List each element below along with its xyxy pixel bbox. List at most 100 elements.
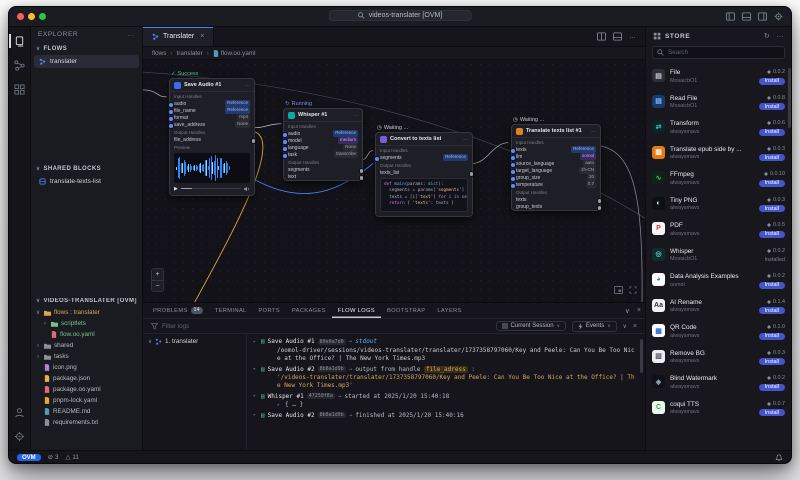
install-button[interactable]: Install (758, 205, 785, 212)
store-more-icon[interactable]: … (776, 32, 784, 40)
session-selector[interactable]: Current Session ∨ (495, 321, 566, 331)
flow-node-save-audio-1[interactable]: ✓ Success Save Audio #1 … Input Handles audio… (168, 71, 256, 196)
scriptlet-code[interactable]: def main(params: dict): segments = param… (380, 178, 468, 212)
node-header[interactable]: Whisper #1… (284, 109, 362, 122)
activity-store[interactable] (9, 82, 30, 96)
sidebar-item-translate-texts-list[interactable]: translate-texts-list (34, 175, 139, 188)
maximize-button[interactable] (39, 13, 46, 20)
file-tree-item-readme-md[interactable]: README.md (31, 406, 142, 417)
node-header[interactable]: Convert to texts list… (376, 133, 472, 146)
store-item-whisper[interactable]: ◎ Whisper MosaicbO1 0.0.2 Installed (652, 243, 785, 269)
split-editor-icon[interactable] (597, 32, 606, 41)
file-tree-item-pnpm-lock-yaml[interactable]: pnpm-lock.yaml (31, 395, 142, 406)
install-button[interactable]: Install (758, 154, 785, 161)
file-tree-item-tasks[interactable]: › tasks (31, 351, 142, 362)
filter-logs-input[interactable] (162, 322, 322, 330)
node-port-task[interactable]: task transcribe (282, 151, 362, 159)
node-port-source-language[interactable]: source_language auto (510, 160, 600, 168)
node-header[interactable]: Save Audio #1… (170, 79, 254, 92)
progress-track[interactable] (180, 187, 241, 190)
node-port-group-size[interactable]: group_size 20 (510, 174, 600, 182)
node-port-file-name[interactable]: file_name Reference (168, 107, 254, 115)
ovm-badge[interactable]: OVM (17, 454, 41, 461)
install-button[interactable]: Install (758, 281, 785, 289)
panel-tab-packages[interactable]: PACKAGES (286, 303, 332, 318)
more-actions-icon[interactable]: … (629, 33, 636, 40)
minimize-button[interactable] (28, 13, 35, 20)
activity-flows[interactable] (9, 58, 30, 72)
sidebar-more-icon[interactable]: … (127, 31, 135, 38)
panel-tab-flow-logs[interactable]: FLOW LOGS (332, 303, 381, 318)
file-tree-item-requirements-txt[interactable]: requirements.txt (31, 417, 142, 428)
log-output[interactable]: ▸ ▤ Save Audio #1 80e0a7d0 → stdout/oomo… (247, 334, 645, 450)
flow-node-whisper-1[interactable]: ↻ Running Whisper #1 … Input Handles audio Ref… (282, 101, 364, 181)
log-row-save-audio-1[interactable]: ▸ ▤ Save Audio #1 80e0a7d0 → stdout (253, 337, 637, 347)
scrollbar[interactable] (640, 339, 643, 373)
zoom-in-button[interactable]: + (152, 269, 163, 280)
install-button[interactable]: Install (758, 358, 785, 365)
node-header[interactable]: Translate texts list #1… (512, 125, 600, 138)
layout-sidebar-right-icon[interactable] (758, 12, 767, 21)
install-button[interactable]: Install (758, 103, 785, 110)
store-item-transform[interactable]: ⇄ Transform alwaysmavs 0.0.6 Install (652, 115, 785, 141)
log-row-save-audio-2[interactable]: ▸ ▤ Save Audio #2 8b8a1d9b → output from… (253, 364, 637, 374)
flow-canvas[interactable]: ✓ Success Save Audio #1… Input Handles audio… (143, 60, 645, 302)
settings-gear-icon[interactable] (774, 12, 783, 21)
node-more-icon[interactable]: … (353, 112, 358, 118)
refresh-icon[interactable]: ↻ (764, 32, 770, 40)
panel-tab-bootstrap[interactable]: BOOTSTRAP (381, 303, 431, 318)
store-search[interactable] (652, 46, 785, 59)
expand-icon[interactable]: ▸ (253, 412, 258, 418)
node-port-target-language[interactable]: target_language zh-CN (510, 167, 600, 175)
breadcrumb-item-translater[interactable]: translater (176, 50, 202, 57)
node-port-model[interactable]: model medium (282, 137, 362, 145)
panel-tab-ports[interactable]: PORTS (253, 303, 286, 318)
file-tree-item-package-json[interactable]: package.json (31, 373, 142, 384)
node-port-format[interactable]: format mp3 (168, 114, 254, 122)
node-port-group-texts[interactable]: group_texts (512, 203, 602, 211)
file-tree-item-flow-oo-yaml[interactable]: flow.oo.yaml (31, 329, 142, 340)
expand-icon[interactable]: ▸ (253, 366, 258, 372)
activity-settings[interactable] (9, 429, 30, 443)
breadcrumb-item-flows[interactable]: flows (152, 50, 166, 57)
collapse-panel-icon[interactable]: ∨ (623, 323, 627, 330)
log-row-save-audio-2[interactable]: ▸ ▤ Save Audio #2 8b8a1d9b → finished at… (253, 410, 637, 420)
file-tree-item-flows-translater[interactable]: ∨ flows : translater (31, 307, 142, 318)
project-section-header[interactable]: ∨ VIDEOS-TRANSLATER [OVM] (31, 294, 142, 307)
scrollbar[interactable] (788, 68, 791, 128)
store-item-remove-bg[interactable]: ▧ Remove BG alwaysmavs 0.0.3 Install (652, 345, 785, 371)
layout-panel-icon[interactable] (742, 12, 751, 21)
install-button[interactable]: Install (758, 77, 785, 85)
log-filter[interactable] (151, 322, 490, 330)
file-tree-item-package-oo-yaml[interactable]: package.oo.yaml (31, 384, 142, 395)
node-port-save-address[interactable]: save_address None (168, 121, 254, 129)
store-item-coqui-tts[interactable]: C coqui TTS alwaysmavs 0.0.7 Install (652, 396, 785, 422)
panel-tab-terminal[interactable]: TERMINAL (209, 303, 253, 318)
store-item-ai-rename[interactable]: Aa AI Rename alwaysmavs 0.1.4 Install (652, 294, 785, 320)
store-item-blind-watermark[interactable]: ◈ Blind Watermark alwaysmavs 0.0.2 Insta… (652, 370, 785, 396)
log-object-line[interactable]: ▸{ … } (277, 401, 637, 409)
panel-tab-problems[interactable]: PROBLEMS 14 (147, 303, 209, 318)
zoom-out-button[interactable]: − (152, 280, 163, 291)
node-more-icon[interactable]: … (463, 136, 468, 142)
store-item-data-analysis-examples[interactable]: ◕ Data Analysis Examples oomol 0.0.2 Ins… (652, 268, 785, 294)
node-port-llm[interactable]: llm oomol (510, 153, 600, 161)
store-item-ffmpeg[interactable]: ∿ FFmpeg alwaysmavs 0.0.10 Install (652, 166, 785, 192)
install-button[interactable]: Install (758, 128, 785, 136)
store-item-qr-code[interactable]: ▦ QR Code alwaysmavs 0.1.0 Install (652, 319, 785, 345)
close-icon[interactable]: × (637, 307, 641, 314)
breadcrumb-item-flow-oo-yaml[interactable]: flow.oo.yaml (213, 50, 255, 57)
close-panel-icon[interactable]: × (633, 323, 637, 330)
layout-sidebar-icon[interactable] (726, 12, 735, 21)
tab-translater[interactable]: Translater × (143, 27, 215, 46)
node-port-segments[interactable]: segments Reference (374, 154, 472, 162)
node-port-audio[interactable]: audio Reference (282, 130, 362, 138)
play-icon[interactable]: ▶ (174, 186, 178, 192)
minimap-icon[interactable] (614, 286, 623, 294)
flows-section-header[interactable]: ∨ FLOWS (31, 42, 142, 55)
collapse-icon[interactable]: ∨ (625, 307, 630, 315)
node-port-audio[interactable]: audio Reference (168, 100, 254, 108)
node-port-temperature[interactable]: temperature 0.7 (510, 181, 600, 189)
activity-explorer[interactable] (9, 34, 30, 48)
install-button[interactable]: Install (758, 332, 785, 340)
